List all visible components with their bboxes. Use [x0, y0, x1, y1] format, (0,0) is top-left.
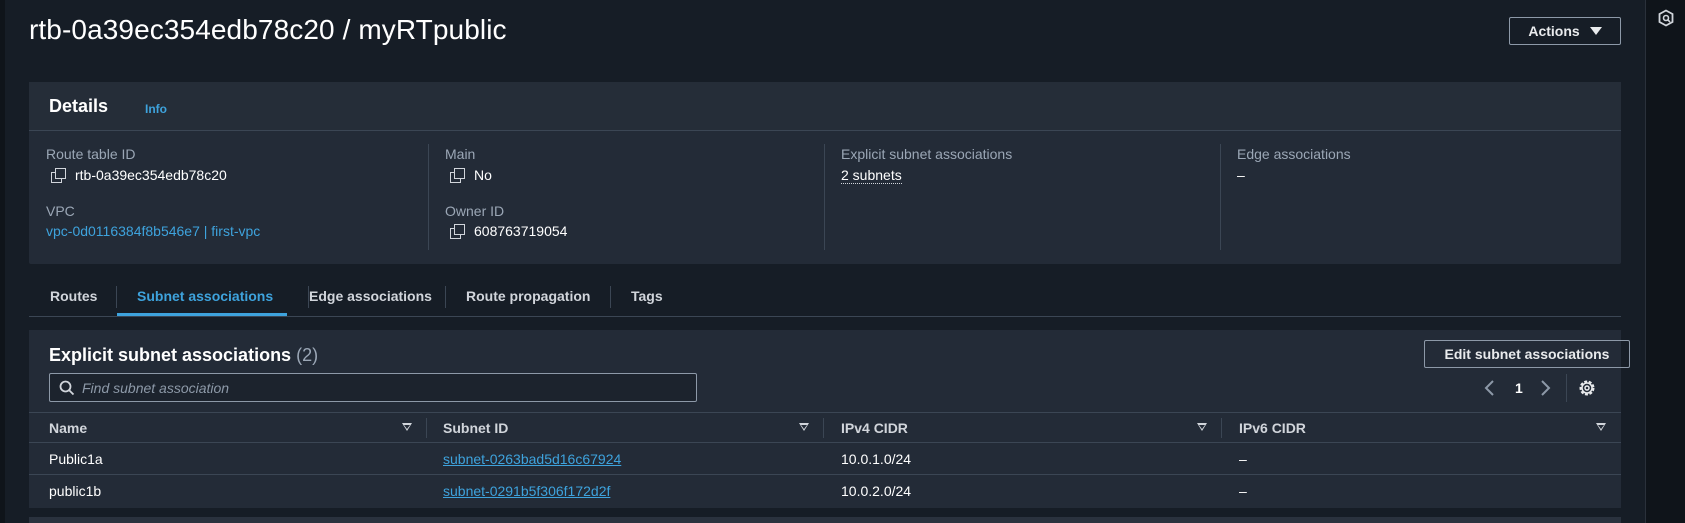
- copy-icon[interactable]: [450, 168, 465, 183]
- edge-associations-label: Edge associations: [1237, 146, 1351, 162]
- details-header: Details Info: [29, 82, 1621, 131]
- tab-subnet-associations[interactable]: Subnet associations: [137, 288, 273, 304]
- pager-divider: [1566, 374, 1567, 402]
- tab-bar: Routes Subnet associations Edge associat…: [29, 282, 1621, 317]
- column-header-subnet-id[interactable]: Subnet ID: [443, 420, 508, 436]
- owner-id-text: 608763719054: [474, 223, 568, 239]
- details-column-1: Route table ID rtb-0a39ec354edb78c20 VPC…: [29, 131, 398, 264]
- actions-button[interactable]: Actions: [1509, 17, 1621, 45]
- gear-icon[interactable]: [1578, 375, 1596, 401]
- sort-icon[interactable]: [1596, 423, 1606, 431]
- page-title: rtb-0a39ec354edb78c20 / myRTpublic: [29, 14, 507, 45]
- column-header-ipv6-cidr[interactable]: IPv6 CIDR: [1239, 420, 1306, 436]
- row-ipv4-cidr: 10.0.1.0/24: [841, 451, 912, 467]
- row-ipv4-cidr: 10.0.2.0/24: [841, 483, 912, 499]
- right-side-rail: [1645, 0, 1685, 523]
- actions-label: Actions: [1528, 23, 1580, 39]
- column-divider[interactable]: [1221, 418, 1222, 438]
- copy-icon[interactable]: [51, 168, 66, 183]
- chevron-left-icon[interactable]: [1483, 375, 1497, 401]
- details-column-4: Edge associations –: [1220, 144, 1621, 250]
- tab-route-propagation[interactable]: Route propagation: [466, 288, 590, 304]
- copy-icon[interactable]: [450, 224, 465, 239]
- edge-associations-value: –: [1237, 167, 1245, 183]
- page: rtb-0a39ec354edb78c20 / myRTpublic Actio…: [0, 0, 1645, 523]
- subnet-associations-count: (2): [296, 345, 319, 365]
- row-subnet-id-link[interactable]: subnet-0263bad5d16c67924: [443, 451, 621, 467]
- main-value: No: [450, 167, 492, 183]
- route-table-id-text: rtb-0a39ec354edb78c20: [75, 167, 227, 183]
- next-panel-edge: [29, 517, 1621, 523]
- owner-id-label: Owner ID: [445, 203, 505, 219]
- help-panel-icon[interactable]: [1657, 9, 1675, 27]
- row-name: Public1a: [49, 451, 103, 467]
- sort-icon[interactable]: [799, 423, 809, 431]
- caret-down-icon: [1589, 27, 1602, 35]
- details-column-2: Main No Owner ID 608763719054: [428, 144, 824, 250]
- edit-subnet-associations-button[interactable]: Edit subnet associations: [1424, 340, 1630, 368]
- search-icon: [59, 380, 75, 396]
- explicit-associations-label: Explicit subnet associations: [841, 146, 1013, 162]
- table-row[interactable]: Public1a subnet-0263bad5d16c67924 10.0.1…: [29, 443, 1621, 475]
- subnet-associations-heading: Explicit subnet associations (2): [49, 345, 318, 366]
- subnet-associations-title: Explicit subnet associations: [49, 345, 292, 365]
- column-divider[interactable]: [823, 418, 824, 438]
- explicit-associations-text: 2 subnets: [841, 167, 902, 184]
- sort-icon[interactable]: [402, 423, 412, 431]
- page-number[interactable]: 1: [1515, 375, 1523, 401]
- subnet-associations-panel: Explicit subnet associations (2) Edit su…: [29, 330, 1630, 508]
- search-box[interactable]: [49, 373, 697, 402]
- table-row[interactable]: public1b subnet-0291b5f306f172d2f 10.0.2…: [29, 475, 1621, 507]
- tab-tags[interactable]: Tags: [631, 288, 663, 304]
- column-header-ipv4-cidr[interactable]: IPv4 CIDR: [841, 420, 908, 436]
- vpc-label: VPC: [46, 203, 75, 219]
- row-ipv6-cidr: –: [1239, 483, 1247, 499]
- owner-id-value: 608763719054: [450, 223, 567, 239]
- column-divider[interactable]: [426, 418, 427, 438]
- left-edge: [0, 0, 5, 523]
- details-panel: Details Info Route table ID rtb-0a39ec35…: [29, 82, 1621, 264]
- row-ipv6-cidr: –: [1239, 451, 1247, 467]
- vpc-link[interactable]: vpc-0d0116384f8b546e7 | first-vpc: [46, 223, 260, 239]
- main-text: No: [474, 167, 492, 183]
- route-table-id-label: Route table ID: [46, 146, 136, 162]
- info-link[interactable]: Info: [145, 102, 167, 116]
- explicit-associations-value[interactable]: 2 subnets: [841, 167, 902, 184]
- route-table-id-value: rtb-0a39ec354edb78c20: [51, 167, 227, 183]
- main-label: Main: [445, 146, 476, 162]
- tab-routes[interactable]: Routes: [50, 288, 97, 304]
- tab-edge-associations[interactable]: Edge associations: [309, 288, 432, 304]
- sort-icon[interactable]: [1197, 423, 1207, 431]
- search-input[interactable]: [82, 378, 682, 398]
- details-column-3: Explicit subnet associations 2 subnets: [824, 144, 1220, 250]
- tab-divider: [445, 286, 446, 308]
- row-subnet-id-link[interactable]: subnet-0291b5f306f172d2f: [443, 483, 610, 499]
- details-heading: Details: [49, 96, 109, 116]
- column-header-name[interactable]: Name: [49, 420, 87, 436]
- active-tab-indicator: [117, 313, 287, 316]
- row-name: public1b: [49, 483, 102, 499]
- table-header: Name Subnet ID IPv4 CIDR IPv6 CIDR: [29, 412, 1621, 443]
- chevron-right-icon[interactable]: [1538, 375, 1552, 401]
- tab-divider: [610, 286, 611, 308]
- tab-divider: [116, 286, 117, 308]
